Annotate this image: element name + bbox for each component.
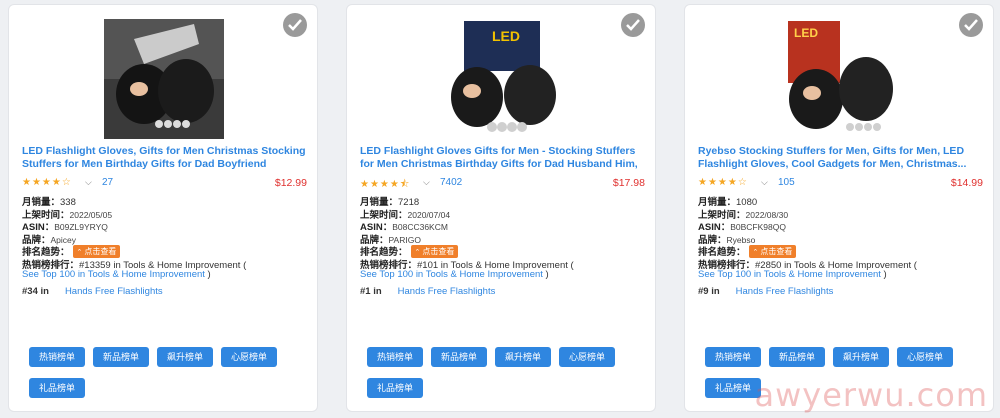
monthly-sales: 月销量：7218 (360, 194, 419, 208)
trend-chart-icon: ⌃ (414, 249, 421, 256)
asin: ASIN：B0BCFK98QQ (698, 219, 786, 233)
review-count-link[interactable]: 7402 (440, 177, 462, 188)
rank-trend: 排名趋势： ⌃ 点击查看 (360, 244, 459, 258)
top100-row: See Top 100 in Tools & Home Improvement … (360, 269, 549, 280)
review-count-link[interactable]: 105 (778, 177, 795, 188)
top100-prefix-link[interactable]: See Top 100 in (360, 269, 423, 280)
review-count-link[interactable]: 27 (102, 177, 113, 188)
gift-button[interactable]: 礼品榜单 (705, 378, 761, 398)
sub-category-link[interactable]: Hands Free Flashlights (65, 286, 163, 297)
select-check-icon[interactable] (621, 13, 645, 37)
new-releases-button[interactable]: 新品榜单 (769, 347, 825, 367)
watermark: awyerwu.com (754, 376, 988, 414)
wishlist-button[interactable]: 心愿榜单 (559, 347, 615, 367)
rating-row: ★★★★⯪ ⌵ 7402 $17.98 (360, 177, 645, 191)
asin-value: B09ZL9YRYQ (54, 222, 108, 232)
gift-button[interactable]: 礼品榜单 (367, 378, 423, 398)
rank-trend: 排名趋势： ⌃ 点击查看 (22, 244, 121, 258)
top100-category-link[interactable]: Tools & Home Improvement (764, 269, 881, 280)
product-title-link[interactable]: LED Flashlight Gloves Gifts for Men - St… (360, 145, 650, 171)
movers-button[interactable]: 飙升榜单 (495, 347, 551, 367)
chevron-down-icon[interactable]: ⌵ (85, 177, 92, 188)
product-title-link[interactable]: Ryebso Stocking Stuffers for Men, Gifts … (698, 145, 988, 171)
trend-chart-icon: ⌃ (76, 249, 83, 256)
select-check-icon[interactable] (959, 13, 983, 37)
monthly-sales: 月销量：1080 (698, 194, 757, 208)
price: $17.98 (612, 177, 645, 189)
top100-suffix: ) (545, 269, 549, 280)
top100-suffix: ) (883, 269, 887, 280)
best-sellers-button[interactable]: 热销榜单 (367, 347, 423, 367)
best-sellers-button[interactable]: 热销榜单 (705, 347, 761, 367)
sub-category-link[interactable]: Hands Free Flashlights (736, 286, 834, 297)
product-image[interactable] (104, 19, 224, 139)
trend-button-label: 点击查看 (760, 247, 793, 256)
sub-rank: #9 in (698, 286, 720, 297)
trend-button-label: 点击查看 (422, 247, 455, 256)
product-card[interactable]: LED LED Flashlight Gloves Gifts for Men … (346, 4, 656, 412)
rating-row: ★★★★☆ ⌵ 105 $14.99 (698, 177, 983, 191)
wishlist-button[interactable]: 心愿榜单 (221, 347, 277, 367)
new-releases-button[interactable]: 新品榜单 (431, 347, 487, 367)
top100-suffix: ) (207, 269, 211, 280)
rating-row: ★★★★☆ ⌵ 27 $12.99 (22, 177, 307, 191)
movers-button[interactable]: 飙升榜单 (157, 347, 213, 367)
top100-row: See Top 100 in Tools & Home Improvement … (22, 269, 211, 280)
product-image[interactable]: LED (780, 19, 900, 139)
trend-chart-icon: ⌃ (752, 249, 759, 256)
price: $12.99 (274, 177, 307, 189)
sub-category-link[interactable]: Hands Free Flashlights (398, 286, 496, 297)
top100-prefix-link[interactable]: See Top 100 in (698, 269, 761, 280)
product-grid: LED Flashlight Gloves, Gifts for Men Chr… (0, 0, 1000, 418)
svg-text:LED: LED (492, 28, 520, 44)
sub-rank: #1 in (360, 286, 382, 297)
star-rating: ★★★★☆ (698, 177, 748, 188)
asin: ASIN：B08CC36KCM (360, 219, 448, 233)
trend-button-label: 点击查看 (84, 247, 117, 256)
chevron-down-icon[interactable]: ⌵ (423, 177, 430, 188)
wishlist-button[interactable]: 心愿榜单 (897, 347, 953, 367)
svg-text:LED: LED (794, 26, 818, 40)
asin: ASIN：B09ZL9YRYQ (22, 219, 108, 233)
product-image[interactable]: LED (442, 19, 562, 139)
rank-trend: 排名趋势： ⌃ 点击查看 (698, 244, 797, 258)
top100-prefix-link[interactable]: See Top 100 in (22, 269, 85, 280)
product-title-link[interactable]: LED Flashlight Gloves, Gifts for Men Chr… (22, 145, 312, 171)
best-sellers-button[interactable]: 热销榜单 (29, 347, 85, 367)
top100-category-link[interactable]: Tools & Home Improvement (88, 269, 205, 280)
sub-category-rank: #1 in Hands Free Flashlights (360, 286, 495, 297)
price: $14.99 (950, 177, 983, 189)
asin-value: B0BCFK98QQ (730, 222, 786, 232)
movers-button[interactable]: 飙升榜单 (833, 347, 889, 367)
top100-row: See Top 100 in Tools & Home Improvement … (698, 269, 887, 280)
gift-button[interactable]: 礼品榜单 (29, 378, 85, 398)
new-releases-button[interactable]: 新品榜单 (93, 347, 149, 367)
sub-category-rank: #9 in Hands Free Flashlights (698, 286, 833, 297)
select-check-icon[interactable] (283, 13, 307, 37)
star-rating: ★★★★⯪ (360, 179, 411, 190)
top100-category-link[interactable]: Tools & Home Improvement (426, 269, 543, 280)
product-card[interactable]: LED Flashlight Gloves, Gifts for Men Chr… (8, 4, 318, 412)
star-rating: ★★★★☆ (22, 177, 72, 188)
chevron-down-icon[interactable]: ⌵ (761, 177, 768, 188)
sub-category-rank: #34 in Hands Free Flashlights (22, 286, 163, 297)
product-card[interactable]: LED Ryebso Stocking Stuffers for Men, Gi… (684, 4, 994, 412)
sub-rank: #34 in (22, 286, 49, 297)
monthly-sales: 月销量：338 (22, 194, 76, 208)
asin-value: B08CC36KCM (392, 222, 448, 232)
